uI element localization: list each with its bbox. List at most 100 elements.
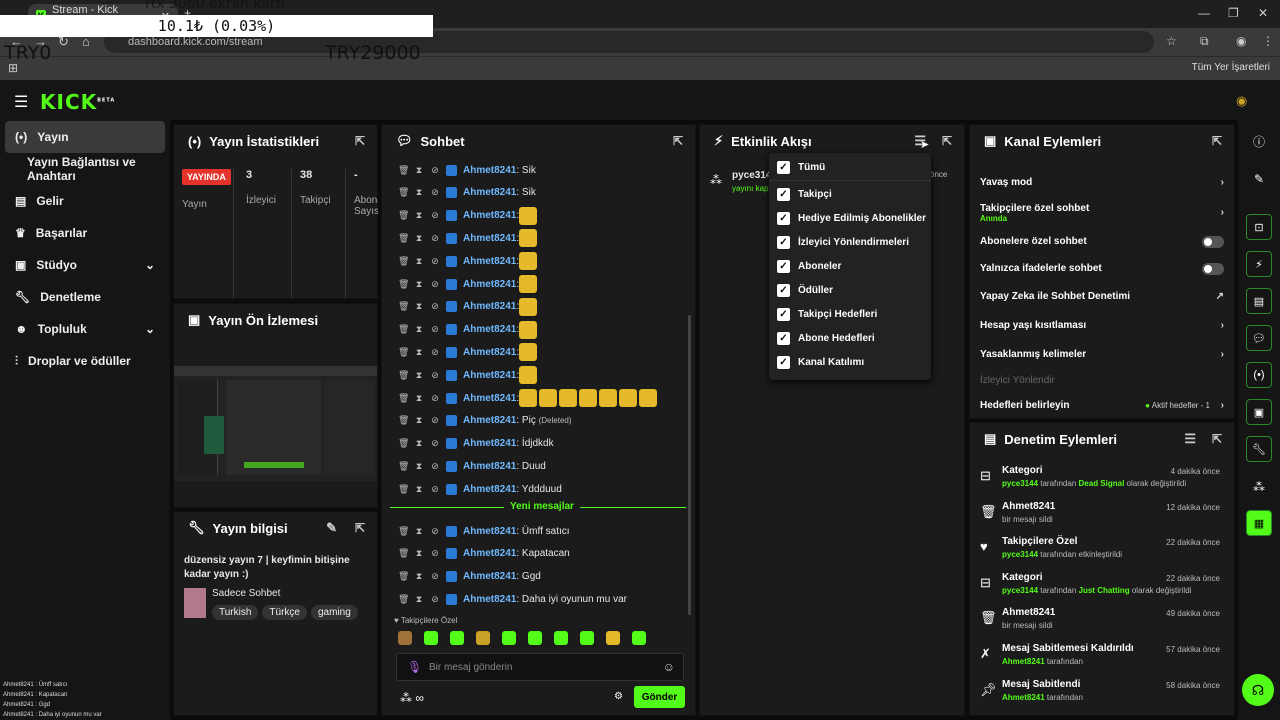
ban-icon[interactable]: ⊘	[430, 484, 440, 495]
channel-icon[interactable]: ▣	[1246, 399, 1272, 425]
chat-username[interactable]: Ahmet8241	[463, 324, 516, 335]
emote-icon[interactable]	[450, 631, 464, 645]
delete-icon[interactable]: 🗑︎	[398, 165, 409, 176]
sidebar-item-topluluk[interactable]: ☻ Topluluk ⌄	[5, 313, 165, 345]
sidebar-item-basarilar[interactable]: ♛ Başarılar	[5, 217, 165, 249]
popout-icon[interactable]: ⇱	[1212, 432, 1222, 446]
ban-icon[interactable]: ⊘	[430, 594, 440, 605]
delete-icon[interactable]: 🗑︎	[398, 301, 409, 312]
maximize-icon[interactable]: ❐	[1228, 6, 1239, 20]
chat-username[interactable]: Ahmet8241	[463, 484, 516, 495]
ban-icon[interactable]: ⊘	[430, 233, 440, 244]
filter-option[interactable]: ✓ Aboneler	[777, 256, 841, 276]
chat-username[interactable]: Ahmet8241	[463, 165, 516, 176]
stats-icon[interactable]: ⊡	[1246, 214, 1272, 240]
emote-icon[interactable]	[632, 631, 646, 645]
stream-preview-image[interactable]	[174, 366, 377, 481]
document-icon[interactable]: ▤	[1246, 288, 1272, 314]
edit-icon[interactable]: ✎	[326, 520, 337, 536]
filter-option[interactable]: ✓ Ödüller	[777, 280, 833, 300]
ban-icon[interactable]: ⊘	[430, 187, 440, 198]
chat-username[interactable]: Ahmet8241	[463, 233, 516, 244]
sidebar-item-yayin[interactable]: (•) Yayın	[5, 121, 165, 153]
kick-logo[interactable]: KICKBETA	[40, 90, 115, 114]
emoji-icon[interactable]: ☺	[663, 660, 675, 674]
ban-icon[interactable]: ⊘	[430, 347, 440, 358]
game-icon[interactable]: ▦	[1246, 510, 1272, 536]
emote-icon[interactable]	[398, 631, 412, 645]
delete-icon[interactable]: 🗑︎	[398, 279, 409, 290]
delete-icon[interactable]: 🗑︎	[398, 256, 409, 267]
settings-icon[interactable]: ⚙	[614, 691, 623, 702]
popout-icon[interactable]: ⇱	[355, 521, 365, 535]
timeout-icon[interactable]: ⧗	[414, 279, 424, 290]
delete-icon[interactable]: 🗑︎	[398, 187, 409, 198]
checkbox-checked-icon[interactable]: ✓	[777, 187, 790, 201]
broadcast-icon[interactable]: (•)	[1246, 362, 1272, 388]
timeout-icon[interactable]: ⧗	[414, 233, 424, 244]
chat-username[interactable]: Ahmet8241	[463, 594, 516, 605]
popout-icon[interactable]: ⇱	[1212, 134, 1222, 148]
message-input[interactable]: 🎙︎ Bir mesaj gönderin ☺	[396, 653, 684, 681]
ban-icon[interactable]: ⊘	[430, 415, 440, 426]
tag[interactable]: Türkçe	[262, 605, 307, 620]
checkbox-checked-icon[interactable]: ✓	[777, 211, 790, 225]
chat-username[interactable]: Ahmet8241	[463, 210, 516, 221]
all-bookmarks[interactable]: Tüm Yer İşaretleri	[1192, 62, 1270, 73]
chat-username[interactable]: Ahmet8241	[463, 279, 516, 290]
timeout-icon[interactable]: ⧗	[414, 438, 424, 449]
subs-only-row[interactable]: Abonelere özel sohbet	[980, 235, 1224, 248]
delete-icon[interactable]: 🗑︎	[398, 370, 409, 381]
timeout-icon[interactable]: ⧗	[414, 548, 424, 559]
subs-only-toggle[interactable]	[1202, 235, 1224, 248]
emote-icon[interactable]	[580, 631, 594, 645]
chat-username[interactable]: Ahmet8241	[463, 187, 516, 198]
scrollbar[interactable]	[688, 315, 691, 615]
chat-username[interactable]: Ahmet8241	[463, 461, 516, 472]
chat-username[interactable]: Ahmet8241	[463, 256, 516, 267]
emotes-only-toggle[interactable]	[1202, 262, 1224, 275]
ban-icon[interactable]: ⊘	[430, 526, 440, 537]
ban-icon[interactable]: ⊘	[430, 393, 440, 404]
sidebar-item-denetleme[interactable]: 🔧︎ Denetleme	[5, 281, 165, 313]
emote-icon[interactable]	[528, 631, 542, 645]
hamburger-icon[interactable]: ☰	[14, 92, 28, 112]
delete-icon[interactable]: 🗑︎	[398, 324, 409, 335]
timeout-icon[interactable]: ⧗	[414, 187, 424, 198]
filter-option[interactable]: ✓ Takipçi Hedefleri	[777, 304, 877, 324]
popout-icon[interactable]: ⇱	[355, 134, 365, 148]
wrench-icon[interactable]: 🔧︎	[1246, 436, 1272, 462]
ban-icon[interactable]: ⊘	[430, 461, 440, 472]
timeout-icon[interactable]: ⧗	[414, 571, 424, 582]
popout-icon[interactable]: ⇱	[942, 134, 952, 148]
checkbox-checked-icon[interactable]: ✓	[777, 160, 790, 174]
extensions-icon[interactable]: ⧉	[1200, 34, 1209, 49]
sidebar-item-droplar[interactable]: ⫶ Droplar ve ödüller	[5, 345, 165, 377]
emote-icon[interactable]	[502, 631, 516, 645]
checkbox-checked-icon[interactable]: ✓	[777, 283, 790, 297]
goals-row[interactable]: Hedefleri belirleyin ● Aktif hedefler - 1…	[980, 400, 1224, 411]
filter-option[interactable]: ✓ Hediye Edilmiş Abonelikler	[777, 208, 926, 228]
delete-icon[interactable]: 🗑︎	[398, 347, 409, 358]
timeout-icon[interactable]: ⧗	[414, 461, 424, 472]
checkbox-checked-icon[interactable]: ✓	[777, 355, 790, 369]
filter-icon[interactable]: ☰	[1184, 431, 1196, 447]
chat-username[interactable]: Ahmet8241	[463, 301, 516, 312]
tag[interactable]: Turkish	[212, 605, 259, 620]
chat-username[interactable]: Ahmet8241	[463, 548, 516, 559]
checkbox-checked-icon[interactable]: ✓	[777, 235, 790, 249]
chat-icon[interactable]: 💬︎	[1246, 325, 1272, 351]
send-button[interactable]: Gönder	[634, 686, 685, 708]
delete-icon[interactable]: 🗑︎	[398, 548, 409, 559]
sidebar-item-studyo[interactable]: ▣ Stüdyo ⌄	[5, 249, 165, 281]
ban-icon[interactable]: ⊘	[430, 210, 440, 221]
emotes-only-row[interactable]: Yalnızca ifadelerle sohbet	[980, 262, 1224, 275]
timeout-icon[interactable]: ⧗	[414, 484, 424, 495]
chat-username[interactable]: Ahmet8241	[463, 347, 516, 358]
checkbox-checked-icon[interactable]: ✓	[777, 331, 790, 345]
chat-username[interactable]: Ahmet8241	[463, 526, 516, 537]
info-icon[interactable]: ⓘ	[1246, 128, 1272, 154]
tag[interactable]: gaming	[310, 605, 358, 620]
sidebar-item-stream-key[interactable]: Yayın Bağlantısı ve Anahtarı	[5, 153, 165, 185]
popout-icon[interactable]: ⇱	[673, 134, 683, 148]
